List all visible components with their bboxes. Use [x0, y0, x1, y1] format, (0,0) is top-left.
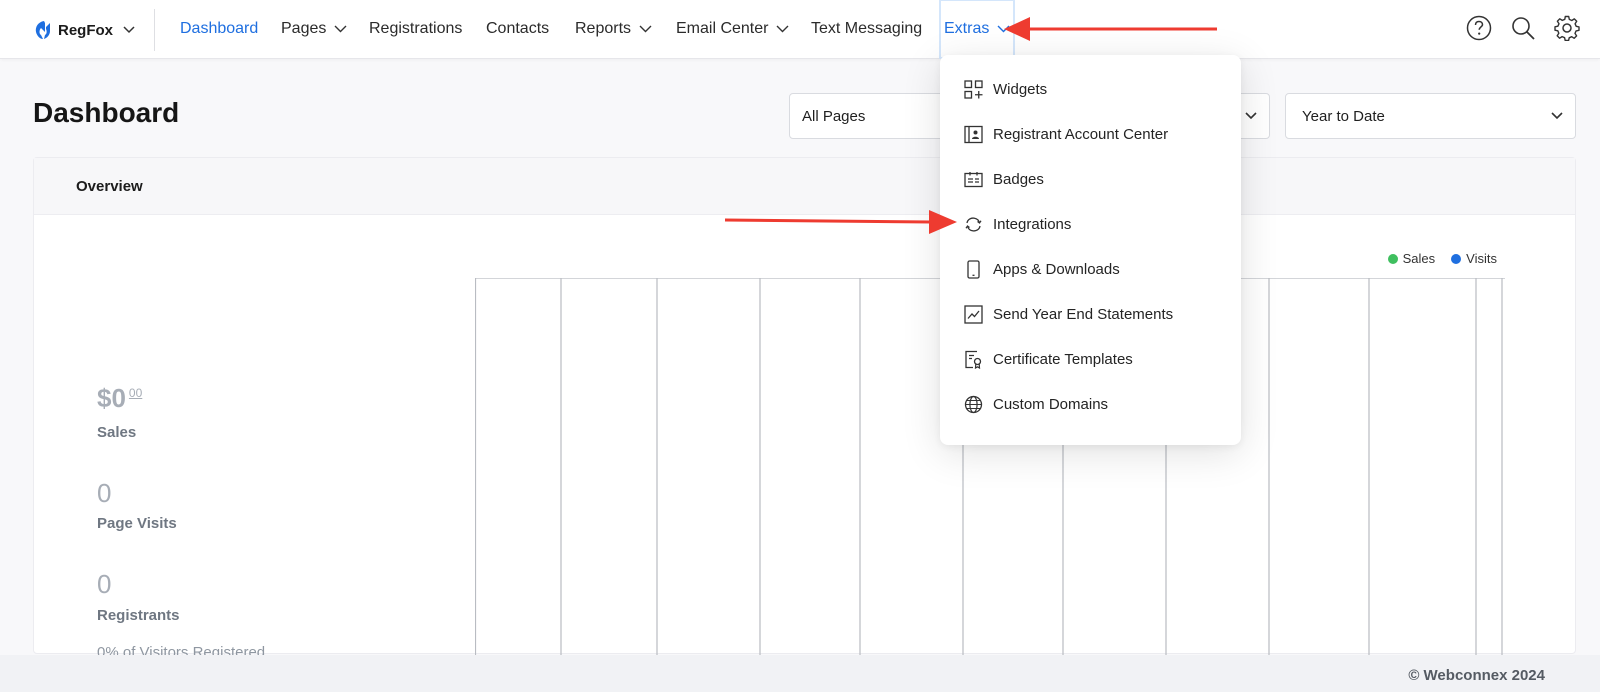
brand-name: RegFox [58, 21, 114, 39]
page-title: Dashboard [33, 97, 180, 128]
menu-item-apps-downloads[interactable]: Apps & Downloads [940, 247, 1241, 292]
nav-text-messaging[interactable]: Text Messaging [811, 0, 922, 58]
chevron-down-icon [776, 25, 789, 33]
legend-dot [1451, 253, 1462, 264]
sales-label: Sales [97, 424, 137, 441]
menu-item-registrant-account-center[interactable]: Registrant Account Center [940, 112, 1241, 157]
registrants-value: 0 [97, 569, 112, 599]
date-range-select[interactable]: Year to Date [1285, 93, 1576, 139]
menu-item-label: Apps & Downloads [993, 261, 1120, 278]
menu-item-custom-domains[interactable]: Custom Domains [940, 382, 1241, 427]
footer: © Webconnex 2024 [0, 655, 1600, 692]
menu-item-integrations[interactable]: Integrations [940, 202, 1241, 247]
menu-item-label: Registrant Account Center [993, 126, 1169, 143]
legend-item-sales[interactable]: Sales [1387, 251, 1436, 266]
annotation-arrow-integrations [724, 210, 957, 234]
nav-label: Reports [575, 20, 632, 37]
legend-item-visits[interactable]: Visits [1451, 251, 1497, 266]
account-center-icon [964, 125, 983, 144]
nav-email-center[interactable]: Email Center [676, 0, 789, 58]
menu-item-badges[interactable]: Badges [940, 157, 1241, 202]
brand-switcher[interactable]: RegFox [32, 17, 135, 43]
globe-icon [964, 395, 983, 414]
menu-item-label: Certificate Templates [993, 351, 1133, 368]
chart-line-icon [964, 305, 983, 324]
chevron-down-icon [1245, 112, 1257, 120]
chart-legend: Sales Visits [1387, 251, 1497, 266]
regfox-logo-icon [35, 21, 50, 39]
menu-item-certificate-templates[interactable]: Certificate Templates [940, 337, 1241, 382]
chevron-down-icon [123, 26, 135, 34]
nav-divider [154, 9, 155, 51]
menu-item-label: Integrations [993, 216, 1072, 233]
badge-icon [964, 172, 983, 188]
chevron-down-icon [639, 25, 652, 33]
menu-item-send-year-end-statements[interactable]: Send Year End Statements [940, 292, 1241, 337]
widgets-icon [964, 80, 983, 99]
sales-value: $0 00 [97, 383, 142, 414]
legend-label: Sales [1402, 251, 1436, 266]
nav-label: Registrations [369, 20, 463, 37]
date-range-value: Year to Date [1302, 107, 1385, 125]
menu-item-widgets[interactable]: Widgets [940, 67, 1241, 112]
nav-label: Contacts [486, 20, 550, 37]
nav-reports[interactable]: Reports [575, 0, 652, 58]
top-navbar: RegFox Dashboard Pages Registrations Con… [0, 0, 1600, 59]
menu-item-label: Send Year End Statements [993, 306, 1174, 323]
chevron-down-icon [334, 25, 347, 33]
nav-registrations[interactable]: Registrations [369, 0, 462, 58]
nav-contacts[interactable]: Contacts [486, 0, 549, 58]
integrations-icon [965, 217, 982, 232]
nav-pages[interactable]: Pages [281, 0, 347, 58]
legend-dot [1387, 253, 1398, 264]
menu-item-label: Widgets [993, 81, 1048, 98]
page-visits-value: 0 [97, 478, 112, 508]
nav-label: Pages [281, 20, 327, 37]
annotation-arrow-extras [1004, 17, 1217, 41]
nav-label: Dashboard [180, 20, 259, 37]
header-actions [1466, 15, 1580, 41]
menu-item-label: Custom Domains [993, 396, 1109, 413]
overview-header: Overview [34, 158, 1575, 215]
nav-label: Extras [944, 20, 990, 37]
search-icon[interactable] [1510, 15, 1536, 41]
copyright: © Webconnex 2024 [1408, 667, 1545, 684]
extras-dropdown: Widgets Registrant Account Center Badges… [940, 55, 1241, 445]
help-icon[interactable] [1466, 15, 1492, 41]
page-visits-label: Page Visits [97, 515, 177, 532]
sales-cents: 00 [128, 386, 143, 401]
menu-item-label: Badges [993, 171, 1044, 188]
gear-icon[interactable] [1554, 15, 1580, 41]
registrants-label: Registrants [97, 607, 180, 624]
pages-select-value: All Pages [802, 107, 866, 125]
chevron-down-icon [1551, 112, 1563, 120]
nav-label: Email Center [676, 20, 769, 37]
sales-amount: $0 [97, 383, 126, 413]
overview-title: Overview [76, 177, 143, 195]
nav-label: Text Messaging [811, 20, 923, 37]
mobile-icon [967, 260, 980, 279]
legend-label: Visits [1466, 251, 1497, 266]
certificate-icon [965, 350, 982, 369]
nav-dashboard[interactable]: Dashboard [180, 0, 258, 58]
